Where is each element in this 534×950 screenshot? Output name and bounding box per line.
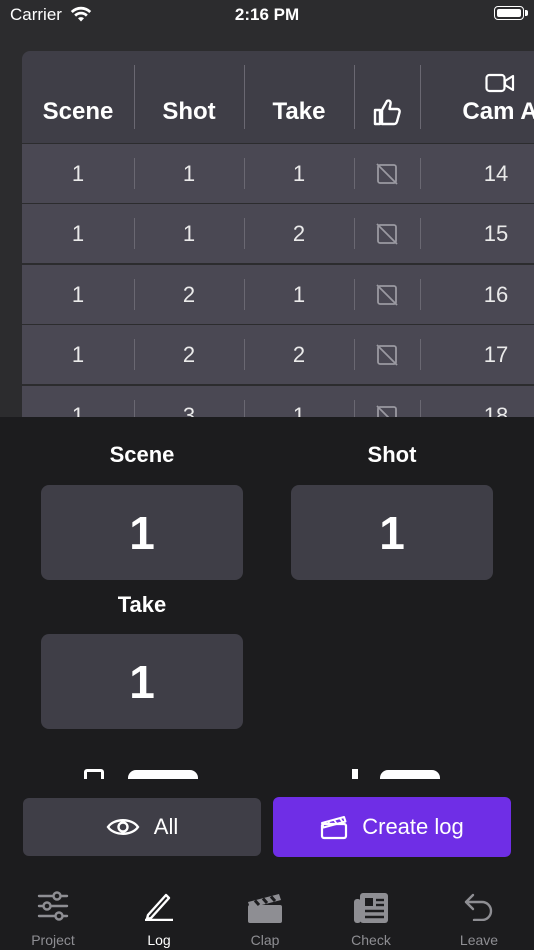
tab-project-label: Project bbox=[31, 932, 75, 948]
shot-label: Shot bbox=[367, 442, 417, 467]
tab-leave[interactable]: Leave bbox=[426, 879, 532, 950]
tab-clap-label: Clap bbox=[250, 932, 280, 948]
tab-leave-label: Leave bbox=[459, 932, 499, 948]
cell-shot: 1 bbox=[182, 160, 196, 186]
cell-take: 2 bbox=[292, 220, 306, 246]
cell-scene: 1 bbox=[71, 341, 85, 367]
thumbs-up-icon bbox=[373, 99, 401, 126]
cell-cam-a: 15 bbox=[483, 220, 509, 246]
cell-liked[interactable] bbox=[354, 144, 420, 203]
take-value-field[interactable]: 1 bbox=[41, 634, 243, 729]
shot-value-field[interactable]: 1 bbox=[291, 485, 493, 580]
header-cam-a-label: Cam A bbox=[462, 98, 534, 125]
show-all-button[interactable]: All bbox=[23, 798, 261, 856]
tab-bar: Project Log Clap Check Leave bbox=[0, 879, 534, 950]
cell-scene: 1 bbox=[71, 160, 85, 186]
show-all-label: All bbox=[153, 814, 179, 839]
table-row[interactable]: 1 2 2 17 bbox=[22, 325, 534, 384]
tab-clap[interactable]: Clap bbox=[212, 879, 318, 950]
table-row[interactable]: 1 1 1 14 bbox=[22, 144, 534, 203]
cell-take: 1 bbox=[292, 281, 306, 307]
checkbox-icon bbox=[376, 162, 398, 185]
table-header: Scene Shot Take Cam A bbox=[22, 51, 534, 143]
table-row[interactable]: 1 3 1 18 bbox=[22, 386, 534, 417]
tab-check[interactable]: Check bbox=[318, 879, 424, 950]
tab-log-label: Log bbox=[147, 932, 171, 948]
take-label: Take bbox=[117, 592, 167, 617]
clipped-options-row bbox=[80, 769, 460, 779]
cell-shot: 3 bbox=[182, 402, 196, 418]
cell-cam-a: 17 bbox=[483, 341, 509, 367]
header-shot[interactable]: Shot bbox=[134, 51, 244, 143]
undo-arrow-icon bbox=[464, 893, 493, 921]
scene-value-field[interactable]: 1 bbox=[41, 485, 243, 580]
cell-scene: 1 bbox=[71, 281, 85, 307]
log-entry-panel: Scene Shot 1 1 Take 1 All Create log Pro… bbox=[0, 417, 534, 950]
cell-scene: 1 bbox=[71, 402, 85, 418]
takes-table[interactable]: Scene Shot Take Cam A 1 1 1 14 1 1 2 15 … bbox=[22, 51, 534, 417]
create-log-label: Create log bbox=[362, 814, 464, 839]
create-log-button[interactable]: Create log bbox=[273, 797, 511, 857]
tab-check-label: Check bbox=[351, 932, 391, 948]
status-bar: Carrier 2:16 PM bbox=[0, 0, 534, 32]
header-take[interactable]: Take bbox=[244, 51, 354, 143]
eye-icon bbox=[106, 819, 140, 835]
cell-cam-a: 16 bbox=[483, 281, 509, 307]
table-row[interactable]: 1 2 1 16 bbox=[22, 265, 534, 324]
clapperboard-icon bbox=[248, 894, 282, 923]
cell-shot: 2 bbox=[182, 341, 196, 367]
cell-liked[interactable] bbox=[354, 325, 420, 384]
cell-scene: 1 bbox=[71, 220, 85, 246]
sliders-icon bbox=[37, 891, 69, 921]
cell-liked[interactable] bbox=[354, 204, 420, 263]
checkbox-icon bbox=[376, 283, 398, 306]
tab-log[interactable]: Log bbox=[106, 879, 212, 950]
clock: 2:16 PM bbox=[234, 5, 300, 24]
clapperboard-icon bbox=[321, 816, 348, 840]
table-row[interactable]: 1 1 2 15 bbox=[22, 204, 534, 263]
cell-take: 1 bbox=[292, 402, 306, 418]
newspaper-icon bbox=[354, 893, 388, 923]
cell-take: 2 bbox=[292, 341, 306, 367]
cell-shot: 1 bbox=[182, 220, 196, 246]
cell-liked[interactable] bbox=[354, 386, 420, 417]
checkbox-icon bbox=[376, 404, 397, 417]
scene-label: Scene bbox=[109, 442, 175, 467]
cell-shot: 2 bbox=[182, 281, 196, 307]
battery-icon bbox=[494, 6, 528, 20]
header-cam-a[interactable]: Cam A bbox=[420, 51, 534, 143]
checkbox-icon bbox=[376, 222, 398, 245]
checkbox-icon bbox=[376, 343, 398, 366]
header-scene[interactable]: Scene bbox=[22, 51, 134, 143]
camera-icon bbox=[485, 73, 515, 93]
cell-liked[interactable] bbox=[354, 265, 420, 324]
cell-take: 1 bbox=[292, 160, 306, 186]
header-liked[interactable] bbox=[354, 51, 420, 143]
tab-project[interactable]: Project bbox=[0, 879, 106, 950]
cell-cam-a: 14 bbox=[483, 160, 509, 186]
pen-icon bbox=[145, 893, 173, 921]
cell-cam-a: 18 bbox=[483, 402, 509, 418]
